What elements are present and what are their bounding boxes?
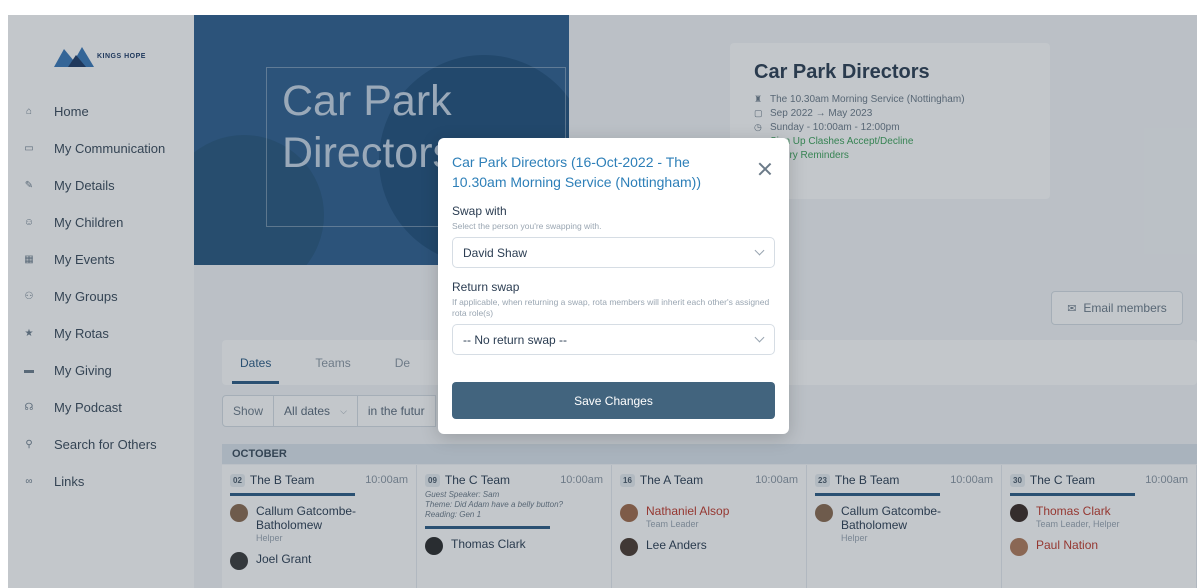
logo-mark-icon: [54, 45, 94, 67]
rota-columns: 02 The B Team 10:00am Callum Gatcombe-Bath…: [222, 465, 1197, 588]
tab-teams[interactable]: Teams: [315, 356, 350, 370]
logo[interactable]: KINGS HOPE: [54, 43, 164, 69]
sidebar-item-label: My Podcast: [54, 400, 122, 415]
search-people-icon: ⚲: [25, 439, 33, 450]
sidebar-nav: ⌂ Home ▭ My Communication ✎ My Details ☺ My …: [8, 93, 194, 500]
link-icon: ∞: [25, 476, 33, 487]
child-icon: ☺: [23, 217, 35, 228]
save-changes-button[interactable]: Save Changes: [452, 382, 775, 419]
rota-date-column[interactable]: 23 The B Team 10:00am Callum Gatcombe-Bath…: [807, 465, 1002, 588]
return-swap-label: Return swap: [452, 280, 520, 294]
group-icon: ⚇: [24, 291, 34, 302]
date-range: Sep 2022 → May 2023: [770, 107, 873, 119]
pencil-icon: ✎: [24, 180, 34, 191]
schedule: Sunday - 10:00am - 12:00pm: [770, 121, 900, 133]
return-swap-select[interactable]: -- No return swap --: [452, 324, 775, 355]
list-item[interactable]: Callum Gatcombe-Batholomew Helper: [815, 504, 993, 544]
list-item[interactable]: Nathaniel Alsop Team Leader: [620, 504, 798, 530]
sidebar-item-label: Search for Others: [54, 437, 157, 452]
swap-with-select[interactable]: David Shaw: [452, 237, 775, 268]
home-icon: ⌂: [25, 106, 33, 117]
close-icon[interactable]: [757, 161, 773, 177]
swap-with-label: Swap with: [452, 204, 507, 218]
calendar-icon: ▦: [24, 254, 34, 265]
service-name: The 10.30am Morning Service (Nottingham): [770, 93, 965, 105]
banner-title: Car Park Directors: [282, 77, 455, 177]
filter-dates-select[interactable]: All dates ⌵: [274, 395, 358, 427]
avatar: [620, 504, 638, 522]
chat-icon: ▭: [24, 143, 34, 154]
list-item[interactable]: Joel Grant: [230, 552, 408, 570]
swap-with-value: David Shaw: [463, 245, 528, 260]
swap-with-help: Select the person you're swapping with.: [452, 221, 602, 231]
church-icon: ♜: [754, 93, 763, 104]
sidebar-item-label: My Events: [54, 252, 115, 267]
sidebar-item-my-podcast[interactable]: ☊ My Podcast: [8, 389, 194, 426]
sidebar-item-my-children[interactable]: ☺ My Children: [8, 204, 194, 241]
chevron-down-icon: ⌵: [340, 405, 347, 416]
filter-future-select[interactable]: in the futur: [357, 395, 436, 427]
avatar: [230, 504, 248, 522]
date-filter: Show All dates ⌵ in the futur: [222, 395, 436, 427]
sidebar-item-label: My Groups: [54, 289, 118, 304]
avatar: [1010, 538, 1028, 556]
sidebar-item-my-giving[interactable]: ▬ My Giving: [8, 352, 194, 389]
rota-date-column[interactable]: 16 The A Team 10:00am Nathaniel Alsop Team …: [612, 465, 807, 588]
list-item[interactable]: Callum Gatcombe-Batholomew Helper: [230, 504, 408, 544]
tab-dates[interactable]: Dates: [231, 356, 280, 384]
tab-details[interactable]: De: [395, 356, 410, 370]
list-item[interactable]: Thomas Clark: [425, 537, 603, 555]
rota-date-column[interactable]: 30 The C Team 10:00am Thomas Clark Team Lea…: [1002, 465, 1197, 588]
sidebar-item-label: My Children: [54, 215, 124, 230]
envelope-icon: ✉: [1067, 302, 1077, 315]
headphones-icon: ☊: [24, 402, 34, 413]
email-members-button[interactable]: ✉ Email members: [1051, 291, 1183, 325]
month-header: OCTOBER: [222, 444, 1197, 464]
sidebar-item-links[interactable]: ∞ Links: [8, 463, 194, 500]
swap-modal: Car Park Directors (16-Oct-2022 - The 10…: [438, 138, 789, 434]
rota-date-column[interactable]: 09 The C Team 10:00am Guest Speaker: Sam T…: [417, 465, 612, 588]
sidebar-item-my-rotas[interactable]: ★ My Rotas: [8, 315, 194, 352]
chevron-down-icon: [754, 245, 765, 256]
sidebar-item-label: Home: [54, 104, 89, 119]
clock-icon: ◷: [754, 121, 762, 132]
sidebar-item-label: My Communication: [54, 141, 166, 156]
avatar: [620, 538, 638, 556]
card-icon: ▬: [24, 365, 34, 376]
return-swap-value: -- No return swap --: [463, 332, 568, 347]
sidebar-item-my-communication[interactable]: ▭ My Communication: [8, 130, 194, 167]
return-swap-help: If applicable, when returning a swap, ro…: [452, 297, 770, 318]
list-item[interactable]: Lee Anders: [620, 538, 798, 556]
rota-title: Car Park Directors: [754, 61, 930, 83]
list-item[interactable]: Thomas Clark Team Leader, Helper: [1010, 504, 1188, 530]
sidebar-item-home[interactable]: ⌂ Home: [8, 93, 194, 130]
rota-links[interactable]: Sign Up Clashes Accept/Decline: [770, 136, 913, 147]
avatar: [815, 504, 833, 522]
sidebar-item-label: My Giving: [54, 363, 112, 378]
sidebar: KINGS HOPE ⌂ Home ▭ My Communication ✎ My D…: [8, 15, 194, 588]
sidebar-item-search-for-others[interactable]: ⚲ Search for Others: [8, 426, 194, 463]
sidebar-item-my-groups[interactable]: ⚇ My Groups: [8, 278, 194, 315]
logo-text: KINGS HOPE: [97, 52, 146, 60]
avatar: [1010, 504, 1028, 522]
avatar: [425, 537, 443, 555]
sidebar-item-my-events[interactable]: ▦ My Events: [8, 241, 194, 278]
sidebar-item-label: Links: [54, 474, 85, 489]
avatar: [230, 552, 248, 570]
calendar-icon: ▢: [754, 107, 763, 118]
modal-title: Car Park Directors (16-Oct-2022 - The 10…: [452, 154, 701, 190]
sidebar-item-label: My Details: [54, 178, 115, 193]
sidebar-item-my-details[interactable]: ✎ My Details: [8, 167, 194, 204]
sidebar-item-label: My Rotas: [54, 326, 109, 341]
service-note: Guest Speaker: Sam Theme: Did Adam have …: [425, 490, 564, 519]
chevron-down-icon: [754, 332, 765, 343]
rota-date-column[interactable]: 02 The B Team 10:00am Callum Gatcombe-Bath…: [222, 465, 417, 588]
star-icon: ★: [24, 328, 34, 339]
filter-show-label: Show: [222, 395, 275, 427]
list-item[interactable]: Paul Nation: [1010, 538, 1188, 556]
